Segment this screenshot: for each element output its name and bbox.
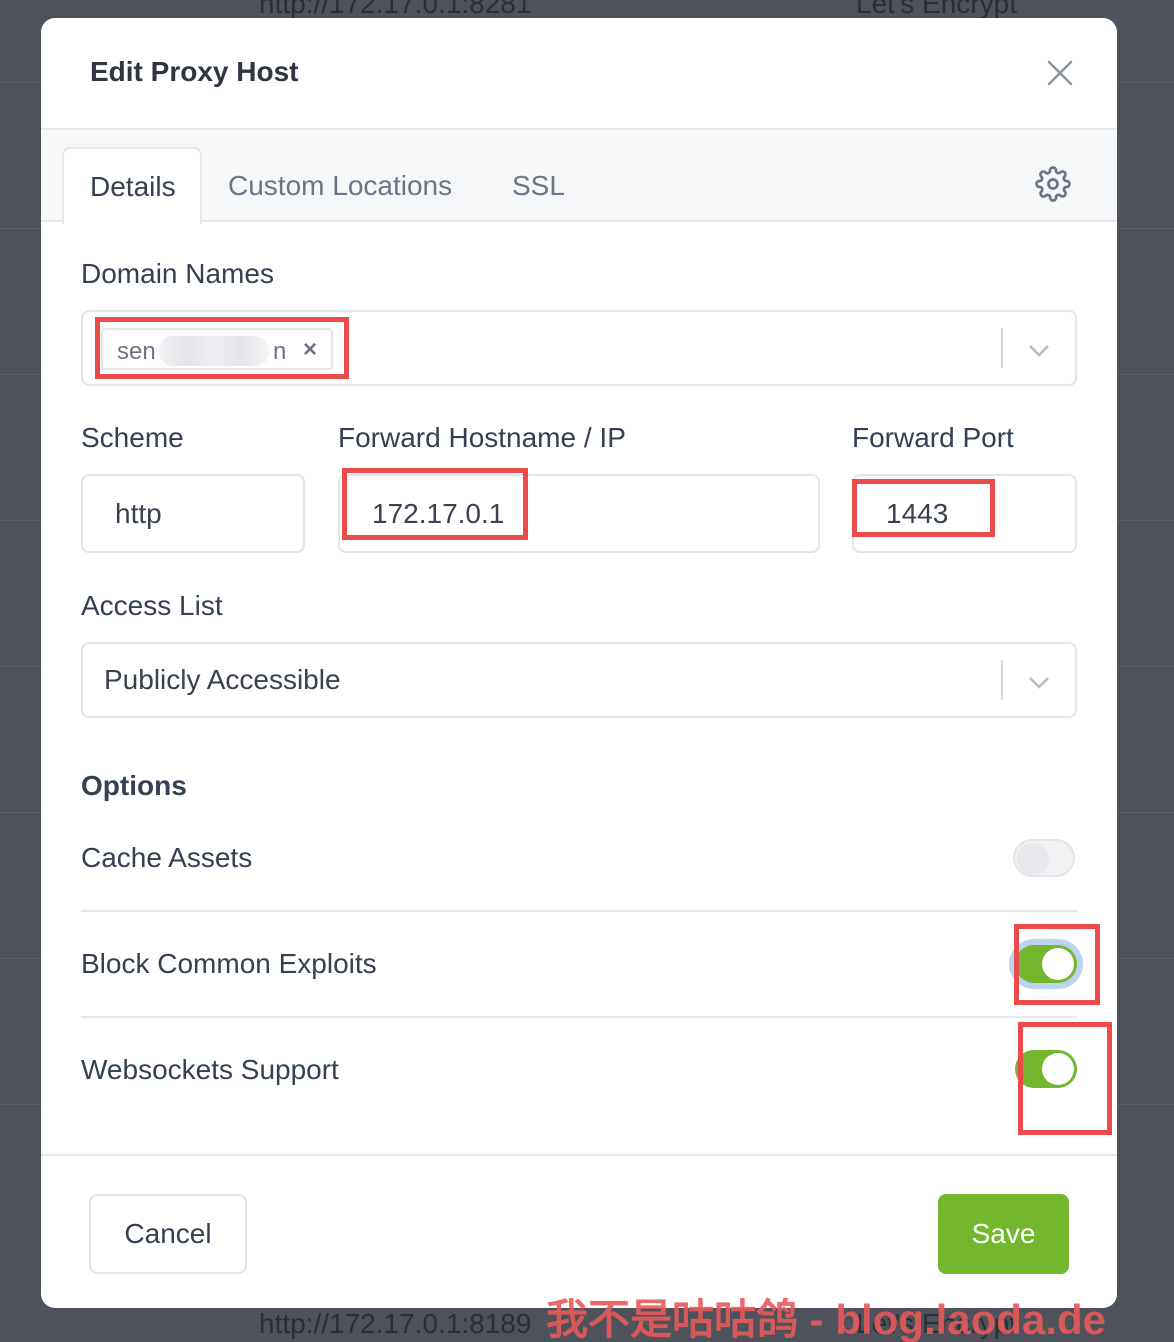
domain-chip: sen n ×: [101, 328, 333, 370]
close-icon[interactable]: [1045, 58, 1075, 88]
forward-port-input[interactable]: 1443: [852, 474, 1077, 553]
forward-port-value: 1443: [886, 498, 949, 529]
scheme-input[interactable]: http: [81, 474, 305, 553]
option-websockets-support: Websockets Support: [81, 1018, 1077, 1124]
access-list-label: Access List: [81, 590, 223, 621]
forward-hostname-value: 172.17.0.1: [372, 498, 505, 529]
modal-title: Edit Proxy Host: [90, 56, 299, 87]
option-label: Cache Assets: [81, 842, 253, 873]
option-label: Websockets Support: [81, 1054, 339, 1085]
edit-proxy-host-modal: Edit Proxy Host Details Custom Locations…: [41, 18, 1117, 1308]
chevron-down-icon[interactable]: [1025, 668, 1053, 696]
forward-hostname-input[interactable]: 172.17.0.1: [338, 474, 820, 553]
domain-names-input[interactable]: sen n ×: [81, 310, 1077, 386]
background-url: http://172.17.0.1:8281: [259, 0, 532, 19]
cache-assets-toggle[interactable]: [1013, 839, 1075, 877]
domain-chip-text: sen: [117, 338, 156, 365]
chevron-down-icon[interactable]: [1025, 336, 1053, 364]
chip-remove-icon[interactable]: ×: [303, 336, 317, 364]
background-ssl: Let's Encrypt: [856, 0, 1017, 19]
gear-icon[interactable]: [1035, 166, 1071, 202]
forward-hostname-label: Forward Hostname / IP: [338, 422, 626, 453]
tab-details[interactable]: Details: [62, 147, 202, 224]
tab-ssl[interactable]: SSL: [486, 147, 591, 224]
options-heading: Options: [81, 770, 187, 801]
tab-bar: Details Custom Locations SSL: [41, 130, 1117, 224]
forward-port-label: Forward Port: [852, 422, 1014, 453]
access-list-value: Publicly Accessible: [104, 664, 341, 695]
toggle-knob: [1017, 843, 1049, 875]
websockets-toggle[interactable]: [1015, 1050, 1077, 1088]
option-label: Block Common Exploits: [81, 948, 377, 979]
access-list-select[interactable]: Publicly Accessible: [81, 642, 1077, 718]
domain-chip-suffix: n: [273, 338, 287, 365]
toggle-knob: [1042, 948, 1074, 980]
watermark: 我不是咕咕鸽 - blog.laoda.de: [546, 1296, 1107, 1342]
background-url: http://172.17.0.1:8189: [259, 1308, 532, 1339]
modal-header: Edit Proxy Host: [41, 18, 1117, 130]
scheme-label: Scheme: [81, 422, 184, 453]
block-exploits-toggle[interactable]: [1015, 945, 1077, 983]
option-block-common-exploits: Block Common Exploits: [81, 912, 1077, 1018]
redacted-blur: [159, 336, 269, 366]
scheme-value: http: [115, 498, 162, 529]
option-cache-assets: Cache Assets: [81, 806, 1077, 912]
toggle-knob: [1042, 1053, 1074, 1085]
tab-custom-locations[interactable]: Custom Locations: [202, 147, 478, 224]
save-button[interactable]: Save: [938, 1194, 1069, 1274]
cancel-button[interactable]: Cancel: [89, 1194, 247, 1274]
modal-footer: Cancel Save: [41, 1154, 1117, 1308]
select-separator: [1001, 328, 1003, 368]
domain-names-label: Domain Names: [81, 258, 274, 289]
select-separator: [1001, 660, 1003, 700]
